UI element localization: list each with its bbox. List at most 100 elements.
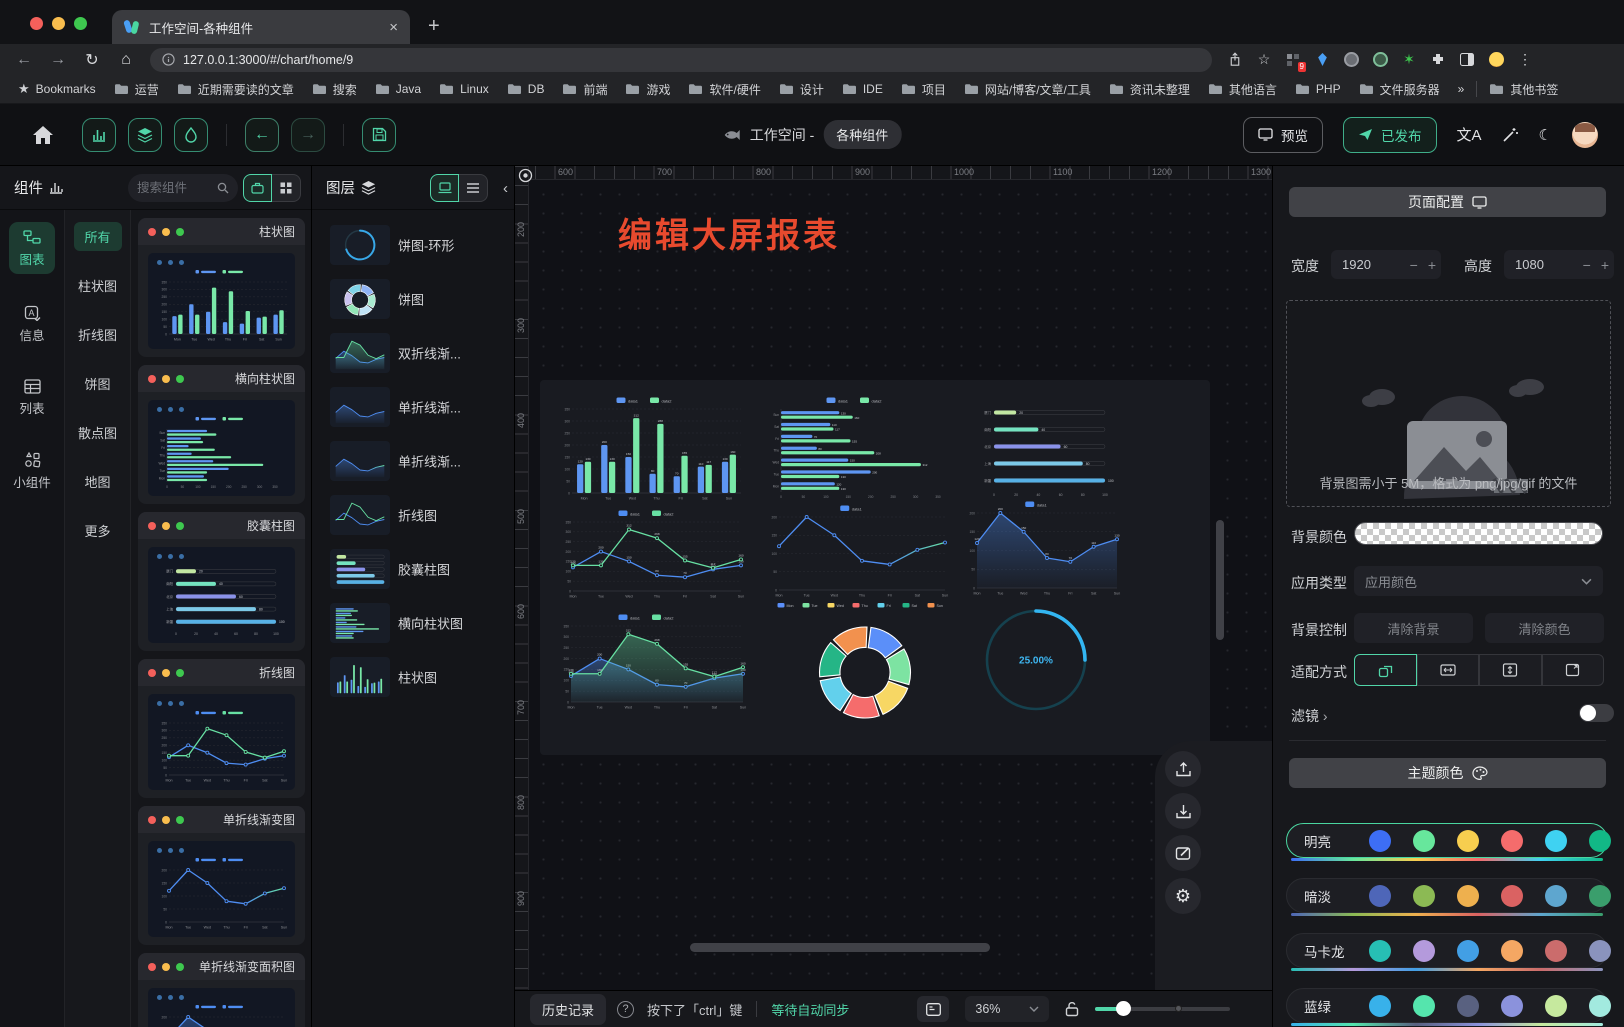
component-card[interactable]: 胶囊柱图厦门20南阳40北京60上海80新疆100020406080100 bbox=[138, 512, 305, 651]
category-折线图[interactable]: 折线图 bbox=[74, 320, 122, 349]
layer-item[interactable]: 柱状图 bbox=[312, 650, 514, 704]
bookmark-folder[interactable]: 近期需要读的文章 bbox=[171, 78, 300, 101]
bookmark-folder[interactable]: 搜索 bbox=[306, 78, 363, 101]
grid-view-toggle[interactable] bbox=[272, 174, 301, 202]
theme-color-dot[interactable] bbox=[1457, 940, 1479, 962]
zoom-select[interactable]: 36% bbox=[965, 996, 1049, 1022]
zoom-slider-knob[interactable] bbox=[1116, 1001, 1131, 1016]
edit-button[interactable] bbox=[1165, 835, 1201, 871]
editor-canvas[interactable]: 编辑大屏报表 data1data2050100150200250300350Mo… bbox=[515, 166, 1272, 990]
single-view-toggle[interactable] bbox=[243, 174, 272, 202]
lock-icon[interactable] bbox=[1065, 1001, 1079, 1017]
theme-color-dot[interactable] bbox=[1413, 995, 1435, 1017]
sidebar-item-3[interactable]: 列表 bbox=[9, 372, 55, 423]
width-plus-button[interactable]: + bbox=[1423, 257, 1441, 273]
theme-color-dot[interactable] bbox=[1501, 830, 1523, 852]
zoom-slider[interactable] bbox=[1095, 1007, 1230, 1011]
background-upload-area[interactable]: 背景图需小于 5M，格式为 png/jpg/gif 的文件 bbox=[1286, 300, 1611, 507]
category-更多[interactable]: 更多 bbox=[74, 516, 122, 545]
horizontal-scrollbar[interactable] bbox=[690, 943, 990, 952]
history-button[interactable]: 历史记录 bbox=[530, 994, 606, 1025]
category-饼图[interactable]: 饼图 bbox=[74, 369, 122, 398]
fit-height-option[interactable] bbox=[1479, 654, 1542, 686]
bookmark-folder[interactable]: 文件服务器 bbox=[1353, 78, 1446, 101]
width-minus-button[interactable]: − bbox=[1405, 257, 1423, 273]
theme-color-dot[interactable] bbox=[1589, 830, 1611, 852]
new-tab-button[interactable]: + bbox=[428, 12, 440, 40]
theme-row-马卡龙[interactable]: 马卡龙 bbox=[1286, 933, 1608, 968]
category-散点图[interactable]: 散点图 bbox=[74, 418, 122, 447]
component-card[interactable]: 单折线渐变面积图050100150200MonTueWedThuFriSatSu… bbox=[138, 953, 305, 1027]
reload-icon[interactable]: ↻ bbox=[82, 50, 102, 70]
back-icon[interactable]: ← bbox=[14, 51, 34, 69]
theme-row-暗淡[interactable]: 暗淡 bbox=[1286, 878, 1608, 913]
bookmark-folder[interactable]: 资讯未整理 bbox=[1103, 78, 1196, 101]
user-avatar[interactable] bbox=[1572, 122, 1598, 148]
canvas-chart-progress[interactable]: 25.00% bbox=[978, 602, 1094, 718]
canvas-chart-bar[interactable]: data1data2050100150200250300350MonTueWed… bbox=[555, 394, 745, 504]
theme-color-dot[interactable] bbox=[1457, 995, 1479, 1017]
browser-tab[interactable]: 工作空间-各种组件 × bbox=[112, 10, 410, 44]
fit-width-option[interactable] bbox=[1417, 654, 1480, 686]
theme-color-dot[interactable] bbox=[1413, 830, 1435, 852]
theme-color-dot[interactable] bbox=[1589, 885, 1611, 907]
thumbnail-view-toggle[interactable] bbox=[430, 174, 459, 202]
category-柱状图[interactable]: 柱状图 bbox=[74, 271, 122, 300]
extension-globe-icon[interactable] bbox=[1342, 51, 1360, 69]
forward-icon[interactable]: → bbox=[48, 51, 68, 69]
puzzle-icon[interactable] bbox=[1429, 51, 1447, 69]
fit-scale-option[interactable] bbox=[1354, 654, 1417, 686]
publish-button[interactable]: 已发布 bbox=[1343, 117, 1437, 153]
extension-star-icon[interactable]: ✶ bbox=[1400, 51, 1418, 69]
bookmark-folder[interactable]: DB bbox=[501, 79, 551, 99]
canvas-chart-ring[interactable]: MonTueWedThuFriSatSun bbox=[764, 597, 966, 724]
collapse-panel-icon[interactable]: ‹ bbox=[503, 180, 508, 197]
theme-row-明亮[interactable]: 明亮 bbox=[1286, 823, 1608, 858]
fit-stretch-option[interactable] bbox=[1542, 654, 1605, 686]
component-card[interactable]: 折线图050100150200250300350MonTueWedThuFriS… bbox=[138, 659, 305, 798]
share-icon[interactable] bbox=[1226, 51, 1244, 69]
import-button[interactable] bbox=[1165, 793, 1201, 829]
other-bookmarks-folder[interactable]: 其他书签 bbox=[1483, 78, 1564, 101]
component-card[interactable]: 单折线渐变图050100150200MonTueWedThuFriSatSun bbox=[138, 806, 305, 945]
url-bar[interactable]: 127.0.0.1:3000/#/chart/home/9 bbox=[150, 48, 1212, 72]
component-search[interactable] bbox=[128, 174, 238, 202]
canvas-chart-line-gradient[interactable]: data1050100150200MonTueWedThuFriSatSun bbox=[762, 502, 952, 601]
console-panel-button[interactable] bbox=[917, 996, 949, 1022]
theme-color-dot[interactable] bbox=[1369, 830, 1391, 852]
filter-mode-button[interactable] bbox=[174, 118, 208, 152]
theme-color-dot[interactable] bbox=[1369, 940, 1391, 962]
maximize-window-button[interactable] bbox=[74, 17, 87, 30]
undo-button[interactable]: ← bbox=[245, 118, 279, 152]
bookmark-folder[interactable]: 设计 bbox=[773, 78, 830, 101]
layer-item[interactable]: 双折线渐... bbox=[312, 326, 514, 380]
app-type-select[interactable]: 应用颜色 bbox=[1354, 566, 1603, 596]
theme-color-dot[interactable] bbox=[1457, 830, 1479, 852]
height-minus-button[interactable]: − bbox=[1578, 257, 1596, 273]
sidebar-item-1[interactable]: 图表 bbox=[9, 222, 55, 274]
browser-menu-icon[interactable]: ⋮ bbox=[1516, 51, 1534, 69]
category-所有[interactable]: 所有 bbox=[74, 222, 122, 251]
bookmark-folder[interactable]: Linux bbox=[433, 79, 495, 99]
canvas-chart-hbar[interactable]: data1data2050100150200250300350Sun130160… bbox=[766, 394, 954, 502]
canvas-chart-area[interactable]: data1050100150200MonTueWedThuFriSatSun12… bbox=[960, 498, 1124, 599]
canvas-chart-double-area[interactable]: data1data2050100150200250300350MonTueWed… bbox=[554, 611, 750, 713]
extension-g-icon[interactable]: 9 bbox=[1284, 51, 1302, 69]
theme-color-dot[interactable] bbox=[1589, 940, 1611, 962]
layer-item[interactable]: 饼图 bbox=[312, 272, 514, 326]
sidebar-item-2[interactable]: A信息 bbox=[9, 298, 55, 350]
category-地图[interactable]: 地图 bbox=[74, 467, 122, 496]
bookmarks-manager[interactable]: ★Bookmarks bbox=[12, 78, 102, 100]
bg-color-swatch[interactable] bbox=[1354, 522, 1603, 545]
app-home-icon[interactable] bbox=[32, 125, 54, 145]
canvas-chart-board[interactable]: data1data2050100150200250300350MonTueWed… bbox=[540, 380, 1210, 755]
width-value[interactable]: 1920 bbox=[1331, 257, 1405, 272]
theme-color-header[interactable]: 主题颜色 bbox=[1289, 758, 1606, 788]
filter-toggle[interactable] bbox=[1579, 704, 1614, 722]
layer-item[interactable]: 折线图 bbox=[312, 488, 514, 542]
redo-button[interactable]: → bbox=[291, 118, 325, 152]
home-icon[interactable]: ⌂ bbox=[116, 51, 136, 69]
bookmark-folder[interactable]: 网站/博客/文章/工具 bbox=[958, 78, 1097, 101]
search-input[interactable] bbox=[137, 181, 213, 195]
bookmark-folder[interactable]: 其他语言 bbox=[1202, 78, 1283, 101]
